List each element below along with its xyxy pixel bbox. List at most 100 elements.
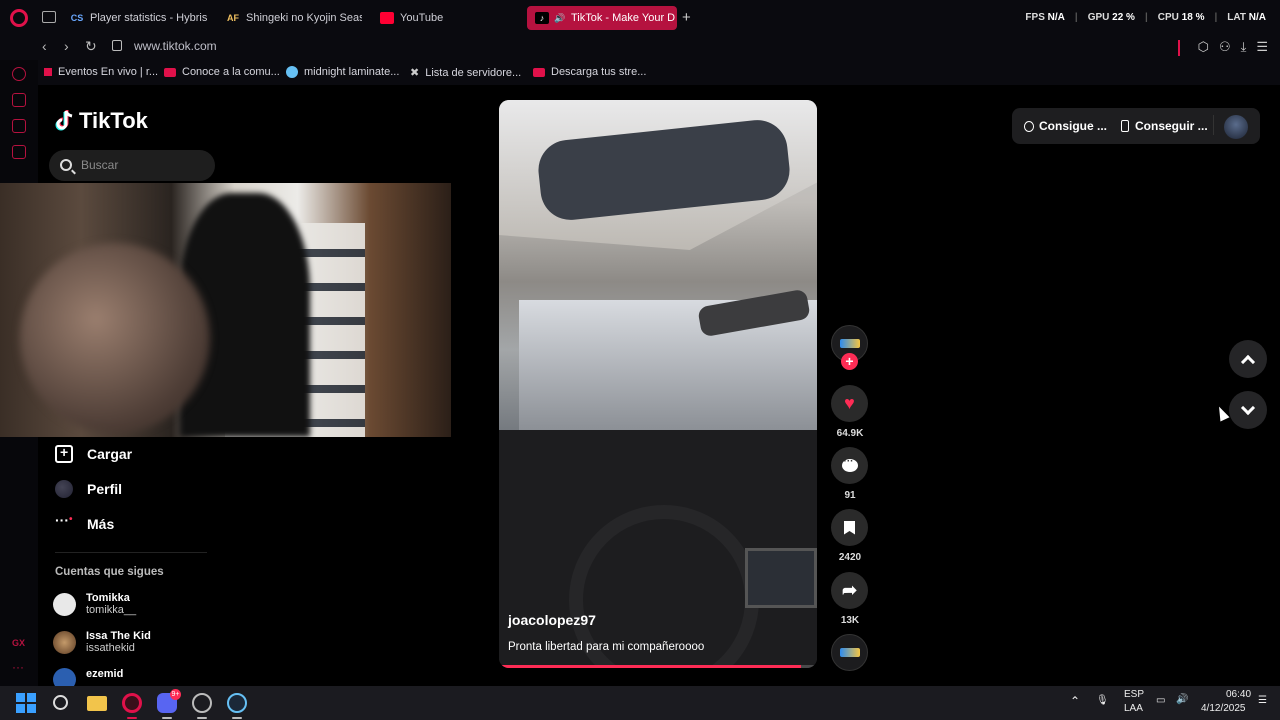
gx-icon[interactable]: GX xyxy=(12,638,25,648)
messenger-icon[interactable] xyxy=(12,145,26,159)
stat-cpu: CPU 18 % xyxy=(1157,12,1205,23)
search-icon xyxy=(60,159,72,171)
video-progress-bar[interactable] xyxy=(499,665,817,668)
following-account[interactable]: Issa The Kid issathekid xyxy=(53,630,151,654)
af-tab-icon: AF xyxy=(227,13,239,23)
clock-time[interactable]: 06:40 xyxy=(1226,689,1251,700)
nav-profile[interactable]: Perfil xyxy=(55,480,122,498)
bookmark-item[interactable]: midnight laminate... xyxy=(286,66,399,78)
reload-icon[interactable]: ↻ xyxy=(85,38,97,55)
mouse-cursor-icon xyxy=(1214,404,1230,422)
video-player[interactable] xyxy=(499,100,817,668)
save-button[interactable] xyxy=(831,509,868,546)
microphone-icon[interactable]: 🎙 xyxy=(1096,695,1109,706)
comment-button[interactable] xyxy=(831,447,868,484)
network-icon[interactable]: ▭ xyxy=(1156,695,1165,706)
get-coins-button[interactable]: Consigue ... xyxy=(1024,119,1107,133)
bookmarks-bar: Eventos En vivo | r... Conoce a la comu.… xyxy=(0,60,1280,85)
get-app-button[interactable]: Conseguir ... xyxy=(1121,119,1208,133)
windows-start-icon[interactable] xyxy=(16,693,36,713)
save-count: 2420 xyxy=(838,552,862,563)
follow-plus-icon[interactable]: + xyxy=(841,353,858,370)
logo-text: TikTok xyxy=(79,108,148,133)
file-explorer-icon[interactable] xyxy=(87,696,107,711)
system-tray: ⌃ 🎙 ESP LAA ▭ 🔊 06:40 4/12/2025 ☰ xyxy=(1060,686,1280,720)
previous-video-button[interactable] xyxy=(1229,340,1267,378)
forward-icon[interactable]: › xyxy=(64,38,69,54)
share-icon: ➦ xyxy=(841,580,858,600)
video-progress-fill xyxy=(499,665,802,668)
tab-shingeki[interactable]: AF Shingeki no Kyojin Seaso xyxy=(226,6,362,30)
avatar xyxy=(53,630,76,654)
next-video-button[interactable] xyxy=(1229,391,1267,429)
nav-more[interactable]: ···• Más xyxy=(55,513,114,533)
steam-icon[interactable] xyxy=(227,693,247,713)
user-avatar[interactable] xyxy=(1224,115,1248,139)
language-code[interactable]: ESP xyxy=(1124,689,1144,700)
bookmark-icon xyxy=(844,520,855,535)
tiktok-icon: ♪ xyxy=(535,12,549,24)
heart-icon: ♥ xyxy=(844,393,855,413)
menu-icon[interactable]: ☰ xyxy=(1256,39,1268,55)
tab-player-statistics[interactable]: CS Player statistics - Hybris xyxy=(70,6,210,30)
tab-youtube[interactable]: YouTube xyxy=(380,6,500,30)
cs-tab-icon: CS xyxy=(70,13,84,23)
address-bar: ‹ › ↻ www.tiktok.com ⬡ ⚇ ⤓ ☰ xyxy=(0,36,1280,60)
twitch-icon[interactable] xyxy=(12,119,26,133)
bookmark-item[interactable]: ✖ Lista de servidore... xyxy=(410,66,521,80)
crossed-tools-icon: ✖ xyxy=(410,67,420,79)
bookmark-item[interactable]: Conoce a la comu... xyxy=(164,66,280,78)
windows-taskbar: 9+ ⌃ 🎙 ESP LAA ▭ 🔊 06:40 4/12/2025 ☰ xyxy=(0,686,1280,720)
lock-icon[interactable] xyxy=(112,40,122,51)
clock-date[interactable]: 4/12/2025 xyxy=(1201,703,1246,714)
following-account[interactable]: Tomikka tomikka__ xyxy=(53,592,136,616)
stat-fps: FPS N/A xyxy=(1025,12,1065,23)
gx-control-icon[interactable] xyxy=(12,93,26,107)
following-heading: Cuentas que sigues xyxy=(55,566,164,578)
chevron-up-icon[interactable]: ⌃ xyxy=(1070,694,1080,708)
nav-upload[interactable]: Cargar xyxy=(55,444,132,463)
video-username[interactable]: joacolopez97 xyxy=(508,612,596,628)
notifications-icon[interactable]: ☰ xyxy=(1258,695,1267,706)
search-placeholder: Buscar xyxy=(81,158,119,172)
extensions-icon[interactable]: ⬡ xyxy=(1198,39,1209,55)
workspaces-icon[interactable] xyxy=(42,11,56,23)
youtube-icon xyxy=(380,12,394,24)
divider xyxy=(55,552,207,553)
gx-stats: FPS N/A | GPU 22 % | CPU 18 % | LAT N/A xyxy=(1025,12,1266,23)
url-field[interactable]: www.tiktok.com xyxy=(134,39,217,53)
like-button[interactable]: ♥ xyxy=(831,385,868,422)
opera-logo-icon[interactable] xyxy=(10,9,28,27)
youtube-icon xyxy=(533,67,545,77)
back-icon[interactable]: ‹ xyxy=(42,38,47,54)
bookmark-item[interactable]: Eventos En vivo | r... xyxy=(44,66,158,78)
tiktok-note-icon xyxy=(55,109,75,133)
search-icon[interactable] xyxy=(53,695,68,710)
tab-tiktok[interactable]: ♪ 🔊 TikTok - Make Your D xyxy=(527,6,677,30)
gx-hub-icon[interactable] xyxy=(192,693,212,713)
tiktok-logo[interactable]: TikTok xyxy=(55,108,148,134)
sound-disc[interactable] xyxy=(831,634,868,671)
new-tab-button[interactable]: + xyxy=(682,9,691,26)
speaker-icon: 🔊 xyxy=(554,12,566,23)
opera-gx-icon[interactable] xyxy=(122,693,142,713)
video-description: Pronta libertad para mi compañeroooo xyxy=(508,641,705,653)
refresh-icon[interactable] xyxy=(12,67,26,81)
stat-lat: LAT N/A xyxy=(1227,12,1266,23)
volume-icon[interactable]: 🔊 xyxy=(1176,694,1188,705)
browser-tab-bar: CS Player statistics - Hybris AF Shingek… xyxy=(0,0,1280,36)
search-input[interactable]: Buscar xyxy=(49,150,215,181)
comment-count: 91 xyxy=(844,490,856,501)
more-icon[interactable]: ··· xyxy=(12,660,24,674)
tab-label: Player statistics - Hybris xyxy=(90,12,208,24)
floating-video-overlay[interactable] xyxy=(0,183,451,437)
bookmark-item[interactable]: Descarga tus stre... xyxy=(533,66,646,78)
tab-label: Shingeki no Kyojin Seaso xyxy=(246,12,362,24)
tab-label: YouTube xyxy=(400,12,444,24)
language-layout[interactable]: LAA xyxy=(1124,703,1143,714)
share-button[interactable]: ➦ xyxy=(831,572,868,609)
download-icon[interactable]: ⤓ xyxy=(1241,39,1247,55)
discord-badge: 9+ xyxy=(170,689,181,700)
comment-icon xyxy=(841,456,858,472)
account-icon[interactable]: ⚇ xyxy=(1219,39,1231,55)
